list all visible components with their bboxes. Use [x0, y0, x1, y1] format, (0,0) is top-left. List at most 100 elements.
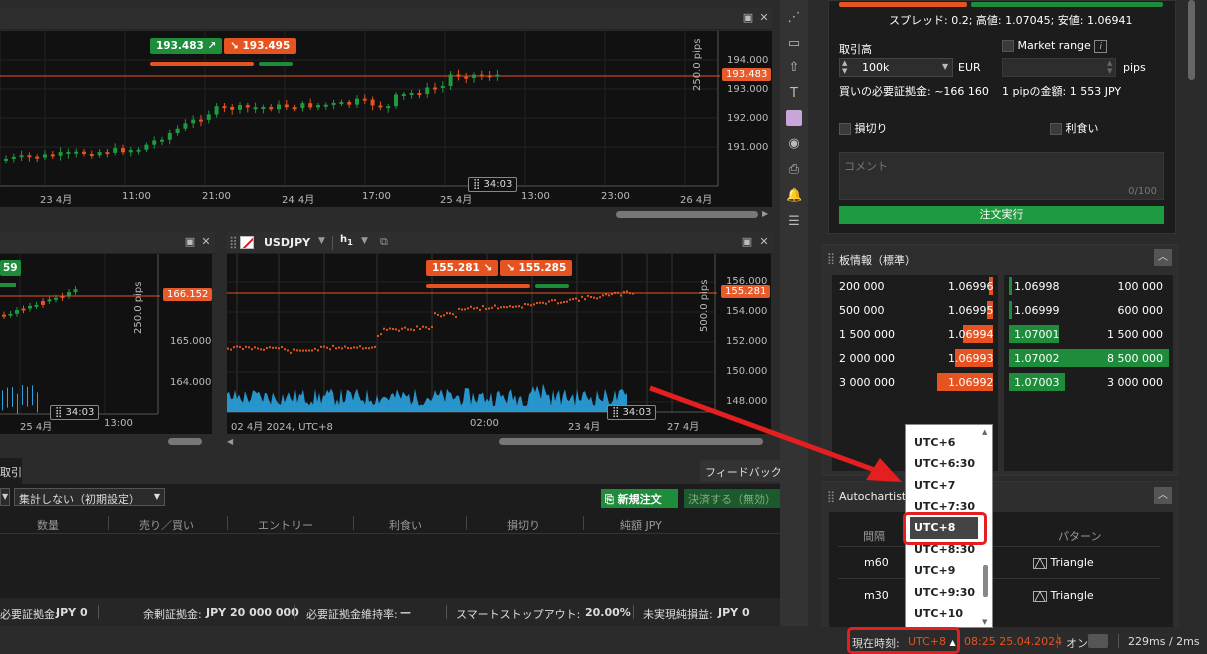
top-chart[interactable]: 193.483 ↗ ↘ 193.495 194.000 193.000 192.… — [0, 31, 772, 207]
close-icon[interactable]: ✕ — [758, 236, 770, 248]
tz-option[interactable]: UTC+7 — [914, 479, 955, 492]
scroll-thumb[interactable] — [168, 438, 202, 445]
info-icon[interactable]: i — [1094, 40, 1108, 53]
scroll-thumb[interactable] — [1188, 0, 1195, 80]
ask-badge[interactable]: ↘ 155.285 — [500, 260, 573, 276]
tz-option[interactable]: UTC+10 — [914, 607, 963, 620]
marker-icon[interactable]: ◉ — [786, 136, 802, 152]
collapse-icon[interactable]: ︿ — [1154, 249, 1172, 266]
scope-select[interactable]: ▼ — [0, 488, 10, 506]
new-order-label: 新規注文 — [617, 493, 662, 506]
stepper-arrows-icon[interactable]: ▲ ▼ — [842, 59, 847, 75]
maximize-icon[interactable]: ▣ — [741, 236, 753, 248]
bid-price[interactable]: 1.06993 — [948, 352, 994, 365]
maximize-icon[interactable]: ▣ — [742, 12, 754, 24]
col-header[interactable]: 損切り — [507, 517, 540, 533]
market-range-checkbox[interactable]: Market range i — [1002, 39, 1108, 53]
tz-option[interactable]: UTC+9:30 — [914, 586, 975, 599]
close-positions-label: 決済する（無効） — [688, 493, 776, 506]
bell-icon[interactable]: 🔔 — [786, 188, 802, 204]
scroll-down-icon[interactable]: ▼ — [982, 618, 987, 626]
rectangle-icon[interactable]: ▭ — [786, 36, 802, 52]
price-mark — [362, 347, 364, 350]
checkbox[interactable] — [1002, 40, 1014, 52]
ask-price[interactable]: 1.06999 — [1014, 304, 1060, 317]
scroll-up-icon[interactable]: ▲ — [982, 428, 987, 436]
scroll-thumb[interactable] — [616, 211, 758, 218]
checkbox[interactable] — [1050, 123, 1062, 135]
settings-sliders-icon[interactable]: ☰ — [786, 214, 802, 230]
bid-price[interactable]: 1.06994 — [948, 328, 994, 341]
col-header[interactable]: 利食い — [389, 517, 422, 533]
stop-loss-checkbox[interactable]: 損切り — [839, 120, 888, 136]
top-chart-scrollbar[interactable]: ▶ — [0, 208, 772, 222]
link-icon[interactable]: ⧉ — [380, 235, 388, 249]
scroll-left-icon[interactable]: ◀ — [227, 437, 233, 446]
close-icon[interactable]: ✕ — [200, 236, 212, 248]
bid-qty: 1 500 000 — [839, 328, 895, 341]
tz-option[interactable]: UTC+6:30 — [914, 457, 975, 470]
ask-price[interactable]: 1.07002 — [1014, 352, 1060, 365]
submit-order-button[interactable]: 注文実行 — [839, 206, 1164, 224]
stepper-arrows-icon[interactable]: ▲ ▼ — [1107, 59, 1112, 75]
arrow-up-tool-icon[interactable]: ⇧ — [786, 60, 802, 76]
chevron-down-icon[interactable]: ▼ — [942, 62, 948, 71]
take-profit-checkbox[interactable]: 利食い — [1050, 120, 1099, 136]
bid-price[interactable]: 1.06995 — [948, 304, 994, 317]
checkbox[interactable] — [839, 123, 851, 135]
close-positions-button[interactable]: 決済する（無効） — [684, 489, 782, 508]
crosshair-icon[interactable]: ⋰ — [786, 10, 802, 26]
scroll-right-icon[interactable]: ▶ — [762, 209, 768, 218]
bid-price[interactable]: 1.06996 — [948, 280, 994, 293]
ask-price[interactable]: 1.07003 — [1014, 376, 1060, 389]
chevron-down-icon[interactable]: ▼ — [361, 236, 368, 246]
pattern-cell[interactable]: ╱╲ Triangle — [1033, 556, 1094, 569]
maximize-icon[interactable]: ▣ — [184, 236, 196, 248]
candle — [339, 102, 344, 105]
chevron-down-icon[interactable]: ▼ — [318, 236, 325, 246]
tz-option[interactable]: UTC+9 — [914, 564, 955, 577]
drag-handle-icon[interactable]: ⣿ — [229, 235, 238, 249]
pattern-cell[interactable]: ╱╲ Triangle — [1033, 589, 1094, 602]
bid-price[interactable]: 1.06992 — [948, 376, 994, 389]
col-header[interactable]: エントリー — [258, 517, 313, 533]
tab-trade[interactable]: 取引 — [0, 458, 22, 484]
drag-handle-icon[interactable]: ⣿ — [827, 252, 835, 265]
amount-stepper[interactable]: ▲ ▼ 100k ▼ — [839, 58, 953, 77]
ask-price[interactable]: 1.07001 — [1014, 328, 1060, 341]
symbol-label[interactable]: USDJPY — [264, 236, 310, 249]
online-toggle[interactable] — [1088, 634, 1108, 648]
mid-left-scrollbar[interactable] — [0, 436, 215, 448]
col-header[interactable]: 純額 JPY — [620, 517, 662, 533]
text-tool-icon[interactable]: T — [786, 86, 802, 102]
col-header[interactable]: 数量 — [37, 517, 59, 533]
price-mark — [536, 302, 538, 305]
bid-badge[interactable]: 193.483 ↗ — [150, 38, 223, 54]
collapse-icon[interactable]: ︿ — [1154, 487, 1172, 504]
time-label: 13:00 — [104, 418, 133, 429]
camera-icon[interactable]: ⎙ — [786, 162, 802, 178]
candle — [97, 152, 102, 156]
col-header[interactable]: 売り／買い — [139, 517, 194, 533]
aggregate-select[interactable]: 集計しない（初期設定） ▼ — [14, 488, 165, 506]
price-mark — [623, 291, 625, 294]
new-order-button[interactable]: ⎘ 新規注文 — [601, 489, 678, 508]
right-scrollbar[interactable] — [1186, 0, 1196, 626]
tz-option[interactable]: UTC+6 — [914, 436, 955, 449]
timeframe-label[interactable]: h1 — [340, 234, 353, 247]
drag-handle-icon[interactable]: ⣿ — [827, 490, 835, 503]
price-mark — [272, 346, 274, 349]
price-mark — [266, 347, 268, 350]
dropdown-scroll-thumb[interactable] — [983, 565, 988, 597]
color-swatch-icon[interactable] — [786, 110, 802, 126]
price-mark — [284, 348, 286, 351]
pips-input[interactable]: ▲ ▼ — [1002, 58, 1116, 77]
comment-textarea[interactable]: コメント 0/100 — [839, 152, 1164, 200]
bid-badge[interactable]: 59 — [0, 260, 21, 276]
mid-left-chart[interactable]: 59 166.152 165.000 164.000 250.0 pips 25… — [0, 254, 213, 434]
bid-badge[interactable]: 155.281 ↘ — [426, 260, 499, 276]
close-icon[interactable]: ✕ — [758, 12, 770, 24]
price-mark — [392, 328, 394, 331]
ask-badge[interactable]: ↘ 193.495 — [224, 38, 297, 54]
ask-price[interactable]: 1.06998 — [1014, 280, 1060, 293]
